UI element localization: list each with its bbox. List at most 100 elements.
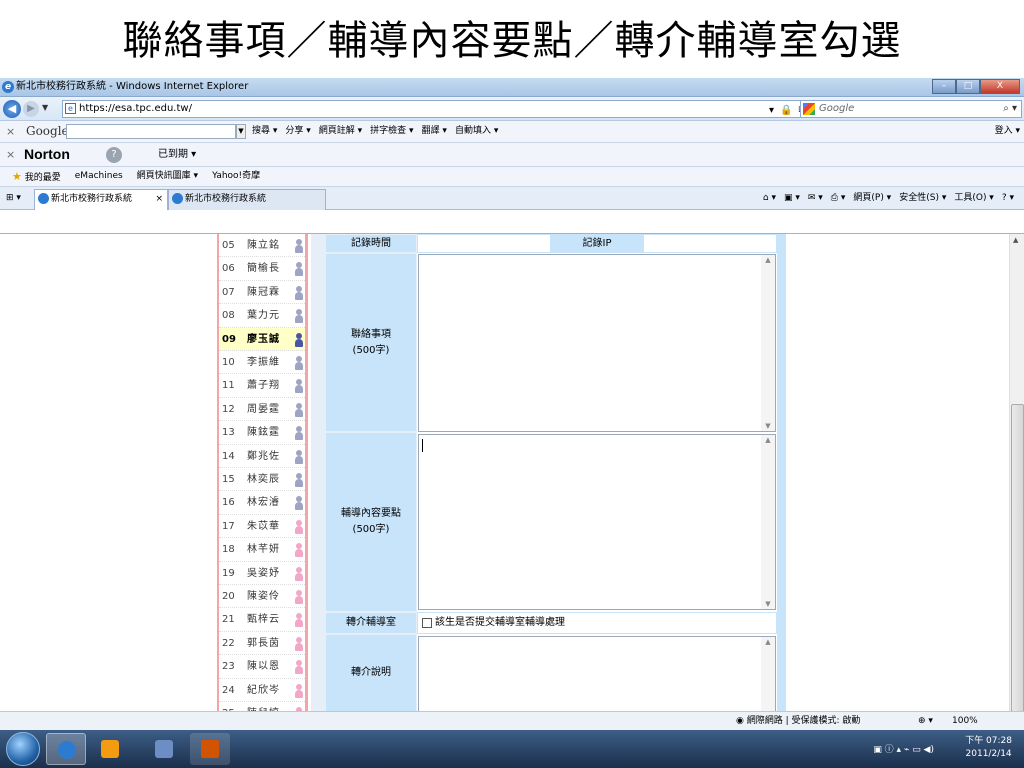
student-number: 17 [222,520,235,532]
help-menu-icon[interactable]: ? ▾ [1002,187,1014,209]
student-row[interactable]: 06 簡榆長 [219,257,305,281]
student-row[interactable]: 21 甄梓云 [219,608,305,632]
print-icon[interactable]: ⎙ ▾ [831,187,846,209]
close-window-button[interactable]: X [980,79,1020,94]
tab-active[interactable]: 新北市校務行政系統 × [34,189,168,210]
safety-menu[interactable]: 安全性(S) ▾ [899,187,946,209]
counsel-label: 輔導內容要點 (500字) [325,432,417,612]
referral-checkbox-label[interactable]: 該生是否提交輔導室輔導處理 [435,613,565,633]
clock[interactable]: 下午 07:28 2011/2/14 [965,735,1012,761]
google-tool-autofill[interactable]: 自動填入 ▾ [455,121,498,142]
student-row[interactable]: 08 葉力元 [219,304,305,328]
student-name: 林奕辰 [247,474,280,485]
close-toolbar-icon[interactable]: × [6,121,15,142]
student-row[interactable]: 07 陳冠霖 [219,281,305,305]
student-row[interactable]: 11 蕭子翔 [219,374,305,398]
student-row[interactable]: 19 吳姿妤 [219,562,305,585]
student-row[interactable]: 25 陳兒婷 [219,702,305,711]
male-person-icon [295,239,303,253]
tab-inactive[interactable]: 新北市校務行政系統 [168,189,326,210]
page-icon: e [65,103,76,114]
google-tool-translate[interactable]: 翻譯 ▾ [422,121,447,142]
contact-textarea[interactable]: ▲ ▼ [418,254,776,432]
quick-tabs-icon[interactable]: ⊞ ▾ [6,187,21,209]
media-player-icon [101,740,119,758]
student-row[interactable]: 05 陳立銘 [219,234,305,258]
back-button[interactable]: ◀ [3,100,21,118]
student-row[interactable]: 23 陳以恩 [219,655,305,679]
student-row[interactable]: 10 李振維 [219,351,305,375]
student-row[interactable]: 20 陳姿伶 [219,585,305,609]
google-tool-spellcheck[interactable]: 拼字檢查 ▾ [370,121,413,142]
browser-window: e 新北市校務行政系統 - Windows Internet Explorer … [0,78,1024,730]
google-login-button[interactable]: 登入 ▾ [995,121,1020,142]
norton-status[interactable]: 已到期 ▾ [158,143,196,166]
forward-button[interactable]: ▶ [23,101,39,117]
student-row[interactable]: 09 廖玉誠 [219,327,305,351]
url-dropdown-icon[interactable]: ▾ [769,103,774,119]
taskbar-media-player[interactable] [90,733,130,765]
favorites-item[interactable]: ★ 我的最愛 [12,167,61,186]
referral-note-textarea[interactable]: ▲ [418,636,776,711]
lock-icon[interactable]: 🔒 [780,103,792,119]
counsel-scrollbar[interactable]: ▲ ▼ [761,435,775,609]
tools-menu[interactable]: 工具(O) ▾ [954,187,994,209]
page-scrollbar[interactable]: ▲ [1009,234,1024,711]
google-tool-share[interactable]: 分享 ▾ [285,121,310,142]
close-tab-icon[interactable]: × [155,190,163,208]
zoom-icon[interactable]: ⊕ ▾ [918,712,933,730]
male-person-icon [295,285,303,300]
search-input[interactable]: Google ⌕ ▾ [800,100,1022,118]
student-row[interactable]: 13 陳鉉霆 [219,421,305,445]
referral-note-scrollbar[interactable]: ▲ [761,637,775,711]
student-number: 10 [222,357,235,368]
close-norton-icon[interactable]: × [6,143,15,166]
security-zone[interactable]: ◉ 網際網路 | 受保護模式: 啟動 [736,712,860,730]
google-tool-search[interactable]: 搜尋 ▾ [252,121,277,142]
start-button[interactable] [6,732,40,766]
page-content: 05 陳立銘 06 簡榆長 07 陳冠霖 08 葉力元 09 廖玉誠 10 李振維 11 蕭子翔 12 周晏霆… [0,233,1024,711]
taskbar: ▣ ⓘ ▴ ⌁ ▭ ◀) 下午 07:28 2011/2/14 [0,730,1024,768]
home-icon[interactable]: ⌂ ▾ [763,187,776,209]
student-number: 18 [222,544,235,556]
minimize-button[interactable]: – [932,79,956,94]
mail-icon[interactable]: ✉ ▾ [808,187,823,209]
counsel-textarea[interactable]: ▲ ▼ [418,434,776,610]
google-tool-annotate[interactable]: 網頁註解 ▾ [319,121,362,142]
student-number: 07 [222,286,235,298]
student-name: 蕭子翔 [247,380,280,392]
student-row[interactable]: 22 郭長茵 [219,632,305,656]
scroll-up-icon[interactable]: ▲ [1013,236,1018,244]
taskbar-powerpoint[interactable] [190,733,230,765]
google-toolbar-input[interactable] [66,124,236,139]
zoom-level[interactable]: 100% [952,712,978,730]
scrollbar-thumb[interactable] [1011,404,1024,711]
favorites-item[interactable]: 網頁快訊圖庫 ▾ [137,167,198,186]
student-name: 吳姿妤 [247,567,280,579]
student-row[interactable]: 16 林宏濬 [219,491,305,515]
referral-checkbox[interactable] [422,618,432,628]
maximize-button[interactable]: □ [956,79,980,94]
taskbar-paint[interactable] [144,733,184,765]
url-field[interactable]: e https://esa.tpc.edu.tw/ ▾ 🔒 ⧉ ↻ ✕ [62,100,834,119]
contact-scrollbar[interactable]: ▲ ▼ [761,255,775,431]
student-row[interactable]: 18 林芊妍 [219,538,305,562]
student-row[interactable]: 24 紀欣岑 [219,679,305,702]
student-name: 葉力元 [247,310,280,322]
student-row[interactable]: 12 周晏霆 [219,398,305,422]
student-row[interactable]: 14 鄭兆佐 [219,445,305,468]
favorites-item[interactable]: Yahoo!奇摩 [212,167,260,186]
page-menu[interactable]: 網頁(P) ▾ [853,187,891,209]
window-titlebar[interactable]: e 新北市校務行政系統 - Windows Internet Explorer … [0,78,1024,97]
feeds-icon[interactable]: ▣ ▾ [784,187,800,209]
help-icon[interactable]: ? [106,147,122,163]
student-row[interactable]: 15 林奕辰 [219,468,305,492]
google-tools: 搜尋 ▾ 分享 ▾ 網頁註解 ▾ 拼字檢查 ▾ 翻譯 ▾ 自動填入 ▾ [252,121,498,142]
google-input-dropdown-icon[interactable]: ▼ [236,124,246,139]
taskbar-ie[interactable] [46,733,86,765]
female-person-icon [295,613,303,628]
student-row[interactable]: 17 朱苡華 [219,515,305,539]
favorites-item[interactable]: eMachines [75,167,123,186]
search-magnifier-icon[interactable]: ⌕ ▾ [1003,101,1017,117]
history-dropdown-icon[interactable]: ▼ [42,103,48,112]
